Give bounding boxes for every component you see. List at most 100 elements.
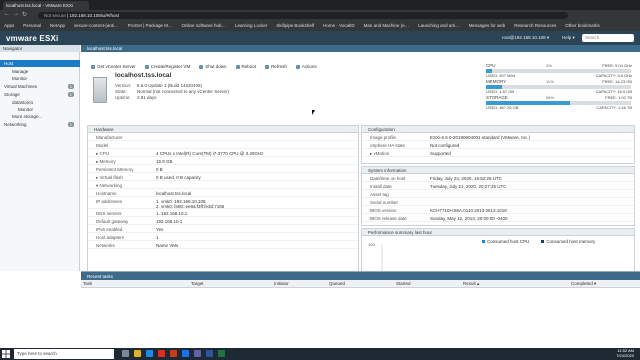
- row-key: IPv6 enabled: [96, 227, 123, 232]
- file-explorer-icon[interactable]: [134, 350, 141, 357]
- toolbar-create-register-vm-button[interactable]: Create/Register VM: [144, 64, 190, 69]
- nav-item-networking[interactable]: Networking 1: [0, 121, 80, 128]
- row-value: Sunday, May 12, 2013, 20:00:00 -0400: [430, 216, 508, 221]
- row-value: [426, 198, 430, 200]
- toolbar-reboot-button[interactable]: Reboot: [235, 64, 256, 69]
- configuration-panel: Configuration Image profile ESXi-6.5.0-20…: [361, 125, 635, 164]
- system-info-row: Date/time on host Friday, July 24, 2020, …: [362, 174, 634, 182]
- bookmarks-bar: Apps Personal NetApp secure-content-{anti… P…: [0, 21, 640, 31]
- help-menu[interactable]: Help ▾: [562, 35, 575, 41]
- row-value: Not configured: [430, 143, 460, 148]
- user-menu[interactable]: root@192.168.10.108 ▾: [502, 35, 549, 41]
- toolbar-shut-down-button[interactable]: Shut down: [199, 64, 227, 69]
- bookmark-item[interactable]: Personal: [23, 23, 41, 28]
- bookmark-item[interactable]: secure-content-{anti…: [74, 23, 119, 28]
- toolbar-get-vcenter-server-button[interactable]: Get vCenter Server: [91, 64, 136, 69]
- system-clock[interactable]: 11:52 AM 7/24/2020: [602, 348, 634, 358]
- host-uptime: Uptime: 2.81 days: [115, 95, 157, 100]
- performance-title[interactable]: Performance summary last hour: [362, 229, 634, 236]
- edge-icon[interactable]: [146, 350, 153, 357]
- host-server-icon: [93, 77, 107, 103]
- nav-item-datastore1[interactable]: datastore1: [0, 99, 80, 106]
- bookmark-item[interactable]: Messages for web: [469, 23, 506, 28]
- host-summary: Get vCenter Server Create/Register VM Shut…: [81, 52, 640, 271]
- task-column-header[interactable]: Completed ▾: [571, 281, 596, 287]
- security-warning: Not secure: [44, 13, 66, 18]
- bookmark-item[interactable]: ProGet | Package M…: [128, 23, 173, 28]
- system-info-row: BIOS version KCH7710H.86A.0110.2013.0513.…: [362, 206, 634, 214]
- bookmark-item[interactable]: Man and Machine (e…: [364, 23, 410, 28]
- bookmark-item[interactable]: Skillpipe Bookshelf: [276, 23, 314, 28]
- system-information-title[interactable]: System information: [362, 167, 634, 174]
- task-column-header[interactable]: Task: [83, 281, 92, 286]
- task-column-header[interactable]: Started: [396, 281, 411, 286]
- row-key: Manufacturer: [96, 135, 123, 140]
- hardware-row[interactable]: ▸ CPU 4 CPUs x Intel(R) Core(TM) i7-3770 …: [88, 149, 358, 157]
- row-key: BIOS version: [370, 208, 397, 213]
- browser-tab[interactable]: localhost.tss.local - VMware ESXi: [3, 1, 89, 10]
- chrome-icon[interactable]: [158, 350, 165, 357]
- back-icon[interactable]: ←: [4, 11, 10, 17]
- bookmark-item[interactable]: Launching and arti…: [418, 23, 460, 28]
- task-column-header[interactable]: Result ▴: [463, 281, 479, 287]
- recent-tasks-title[interactable]: Recent tasks: [81, 272, 640, 280]
- row-key: ▸ vMotion: [370, 151, 390, 156]
- search-input[interactable]: Search: [582, 34, 634, 42]
- row-value: 0 B used, 0 B capacity: [156, 175, 201, 180]
- row-key: BIOS release date: [370, 216, 407, 221]
- nav-item-label: More storage...: [12, 114, 43, 119]
- bookmark-item[interactable]: NetApp: [50, 23, 65, 28]
- nav-item-label: Monitor: [18, 107, 34, 112]
- nav-item-label: Monitor: [12, 76, 28, 81]
- resource-cpu: CPU FREE: 9.04 GHz USED: 407 MHz CAPACITY: …: [486, 63, 636, 79]
- taskbar-search[interactable]: Type here to search: [14, 349, 114, 359]
- reload-icon[interactable]: ↻: [22, 11, 27, 18]
- nav-item-host[interactable]: Host: [0, 60, 80, 67]
- bookmark-item[interactable]: Learning Locker: [235, 23, 267, 28]
- clock-date: 7/24/2020: [616, 352, 634, 358]
- resource-used: USED: 407 MHz: [486, 73, 516, 78]
- row-value: 15.9 GB: [156, 159, 173, 164]
- bookmark-item[interactable]: Research Resources: [514, 23, 556, 28]
- nav-item-more-storage-[interactable]: More storage...: [0, 113, 80, 120]
- row-key: Hostname: [96, 191, 117, 196]
- bookmark-item[interactable]: Online software hub…: [182, 23, 227, 28]
- nav-item-monitor[interactable]: Monitor: [0, 106, 80, 113]
- word-icon[interactable]: [206, 350, 213, 357]
- host-version: Version: 6.5.0 Update 3 (Build 14320405): [115, 83, 203, 88]
- nav-item-manage[interactable]: Manage: [0, 68, 80, 75]
- row-value: Supported: [430, 151, 451, 156]
- excel-icon[interactable]: [218, 350, 225, 357]
- task-view-icon[interactable]: [122, 350, 129, 357]
- forward-icon[interactable]: →: [13, 11, 19, 17]
- nav-item-storage[interactable]: Storage 1: [0, 91, 80, 98]
- row-key: DNS servers: [96, 211, 122, 216]
- resource-capacity: CAPACITY: 1.46 TB: [596, 105, 632, 110]
- nav-item-virtual-machines[interactable]: Virtual Machines 1: [0, 83, 80, 90]
- powerpoint-icon[interactable]: [170, 350, 177, 357]
- row-value: 4 CPUs x Intel(R) Core(TM) i7-3770 CPU @…: [156, 151, 264, 156]
- browser-tab-strip: localhost.tss.local - VMware ESXi: [0, 0, 640, 10]
- configuration-row[interactable]: ▸ vMotion Supported: [362, 149, 634, 157]
- task-column-header[interactable]: Initiator: [274, 281, 289, 286]
- task-column-header[interactable]: Target: [191, 281, 204, 286]
- task-column-header[interactable]: Queued: [329, 281, 345, 286]
- row-key: ▸ Virtual flash: [96, 175, 123, 180]
- toolbar-actions-button[interactable]: Actions: [295, 64, 317, 69]
- windows-start-icon[interactable]: [2, 350, 10, 358]
- configuration-title[interactable]: Configuration: [362, 126, 634, 133]
- hardware-title[interactable]: Hardware: [88, 126, 358, 133]
- hardware-row[interactable]: ▾ Networking: [88, 181, 358, 189]
- url-field[interactable]: Not secure | 192.168.10.108/ui/#/host: [38, 12, 568, 19]
- bookmark-item[interactable]: Other bookmarks: [565, 23, 600, 28]
- outlook-icon[interactable]: [182, 350, 189, 357]
- hardware-row[interactable]: ▸ Virtual flash 0 B used, 0 B capacity: [88, 173, 358, 181]
- nav-item-monitor[interactable]: Monitor: [0, 75, 80, 82]
- hardware-row: Persistent Memory 0 B: [88, 165, 358, 173]
- toolbar-refresh-button[interactable]: Refresh: [265, 64, 287, 69]
- bookmark-item[interactable]: Home - VocalID: [323, 23, 355, 28]
- teams-icon[interactable]: [194, 350, 201, 357]
- row-key: Image profile: [370, 135, 397, 140]
- bookmark-item[interactable]: Apps: [4, 23, 14, 28]
- hardware-row[interactable]: ▸ Memory 15.9 GB: [88, 157, 358, 165]
